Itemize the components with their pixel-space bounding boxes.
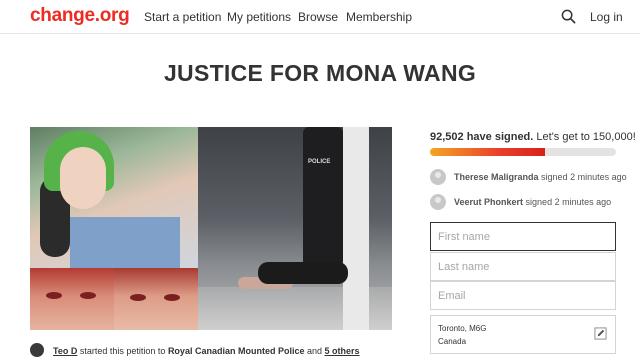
nav-membership[interactable]: Membership: [346, 10, 412, 24]
police-label: POLICE: [308, 159, 331, 165]
photo-eye: [46, 292, 62, 299]
email-field[interactable]: [430, 281, 616, 310]
signed-count-text: 92,502 have signed.: [430, 131, 534, 143]
login-link[interactable]: Log in: [590, 10, 623, 24]
avatar-icon: [430, 169, 446, 185]
change-org-logo[interactable]: change.org: [30, 5, 130, 27]
starter-and: and: [306, 346, 323, 356]
petition-target: Royal Canadian Mounted Police: [167, 346, 305, 356]
starter-text: started this petition to: [79, 346, 166, 356]
last-name-field[interactable]: [430, 252, 616, 281]
starter-avatar: [30, 343, 44, 357]
others-link[interactable]: 5 others: [325, 346, 360, 356]
petition-media[interactable]: POLICE: [30, 127, 392, 330]
photo-officer: [303, 127, 343, 267]
injury-photo-2: [114, 268, 198, 330]
site-header: change.org Start a petition My petitions…: [0, 0, 640, 34]
nav-start-petition[interactable]: Start a petition: [144, 10, 221, 24]
location-city: Toronto, M6G: [438, 324, 487, 333]
photo-face: [60, 147, 106, 209]
goal-text: Let's get to 150,000!: [536, 131, 636, 143]
search-icon[interactable]: [561, 9, 576, 24]
location-field[interactable]: Toronto, M6G Canada: [430, 315, 616, 354]
progress-bar: [430, 148, 616, 156]
edit-pencil-icon[interactable]: [594, 327, 607, 340]
video-still: POLICE: [198, 127, 392, 330]
location-country: Canada: [438, 337, 467, 346]
signature-count: 92,502 have signed. Let's get to 150,000…: [430, 131, 636, 143]
photo-figure: [258, 262, 348, 284]
photo-eye: [164, 294, 180, 301]
signer-name: Therese Maligranda: [454, 172, 539, 182]
signer-name: Veerut Phonkert: [454, 197, 524, 207]
first-name-field[interactable]: [430, 222, 616, 251]
nav-browse[interactable]: Browse: [298, 10, 338, 24]
avatar-icon: [430, 194, 446, 210]
petition-title: JUSTICE FOR MONA WANG: [163, 60, 477, 86]
signer-action: signed 2 minutes ago: [541, 172, 627, 182]
photo-wall: [343, 127, 369, 330]
starter-name-link[interactable]: Teo D: [53, 346, 77, 356]
injury-photo-1: [30, 268, 114, 330]
nav-my-petitions[interactable]: My petitions: [227, 10, 291, 24]
progress-bar-fill: [430, 148, 546, 156]
photo-eye: [130, 294, 146, 301]
photo-overalls: [70, 217, 180, 268]
portrait-photo: [30, 127, 198, 268]
signer-action: signed 2 minutes ago: [525, 197, 612, 207]
photo-eye: [80, 292, 96, 299]
